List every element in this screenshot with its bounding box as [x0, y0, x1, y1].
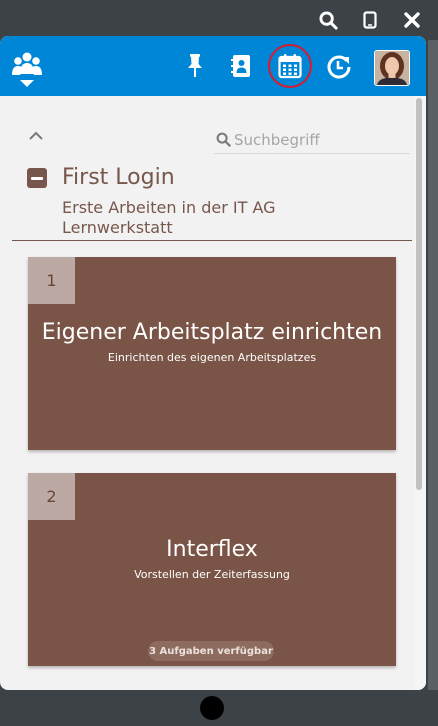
card-subtitle: Einrichten des eigenen Arbeitsplatzes	[107, 351, 317, 364]
search-input[interactable]	[234, 128, 404, 151]
card-title: Eigener Arbeitsplatz einrichten	[41, 320, 383, 345]
card-title: Interflex	[166, 537, 258, 562]
task-card[interactable]: 2 Interflex Vorstellen der Zeiterfassung…	[28, 473, 396, 666]
tasks-available-badge: 3 Aufgaben verfügbar	[148, 641, 274, 661]
section-divider	[12, 240, 412, 241]
app-header	[0, 36, 426, 96]
scrollbar-thumb[interactable]	[416, 98, 422, 490]
search-icon[interactable]	[318, 10, 338, 30]
collapse-section-button[interactable]	[27, 168, 47, 188]
calendar-icon[interactable]	[276, 52, 304, 80]
chevron-up-icon[interactable]	[28, 128, 44, 144]
close-icon[interactable]	[402, 10, 422, 30]
mobile-icon[interactable]	[360, 10, 380, 30]
pin-icon[interactable]	[181, 52, 209, 80]
card-number-badge: 1	[28, 257, 75, 304]
background-strip	[428, 40, 438, 690]
card-number-badge: 2	[28, 473, 75, 520]
home-indicator	[200, 696, 224, 720]
team-icon[interactable]	[12, 50, 42, 90]
search-field[interactable]	[214, 126, 410, 154]
card-subtitle: Vorstellen der Zeiterfassung	[134, 568, 290, 581]
task-card[interactable]: 1 Eigener Arbeitsplatz einrichten Einric…	[28, 257, 396, 450]
section-title: First Login	[62, 165, 175, 190]
window-titlebar	[0, 0, 438, 40]
section-subtitle: Erste Arbeiten in der IT AG Lernwerkstat…	[62, 198, 276, 237]
history-icon[interactable]	[325, 52, 353, 80]
search-icon	[216, 132, 231, 147]
contacts-icon[interactable]	[228, 52, 256, 80]
user-avatar[interactable]	[374, 50, 410, 86]
